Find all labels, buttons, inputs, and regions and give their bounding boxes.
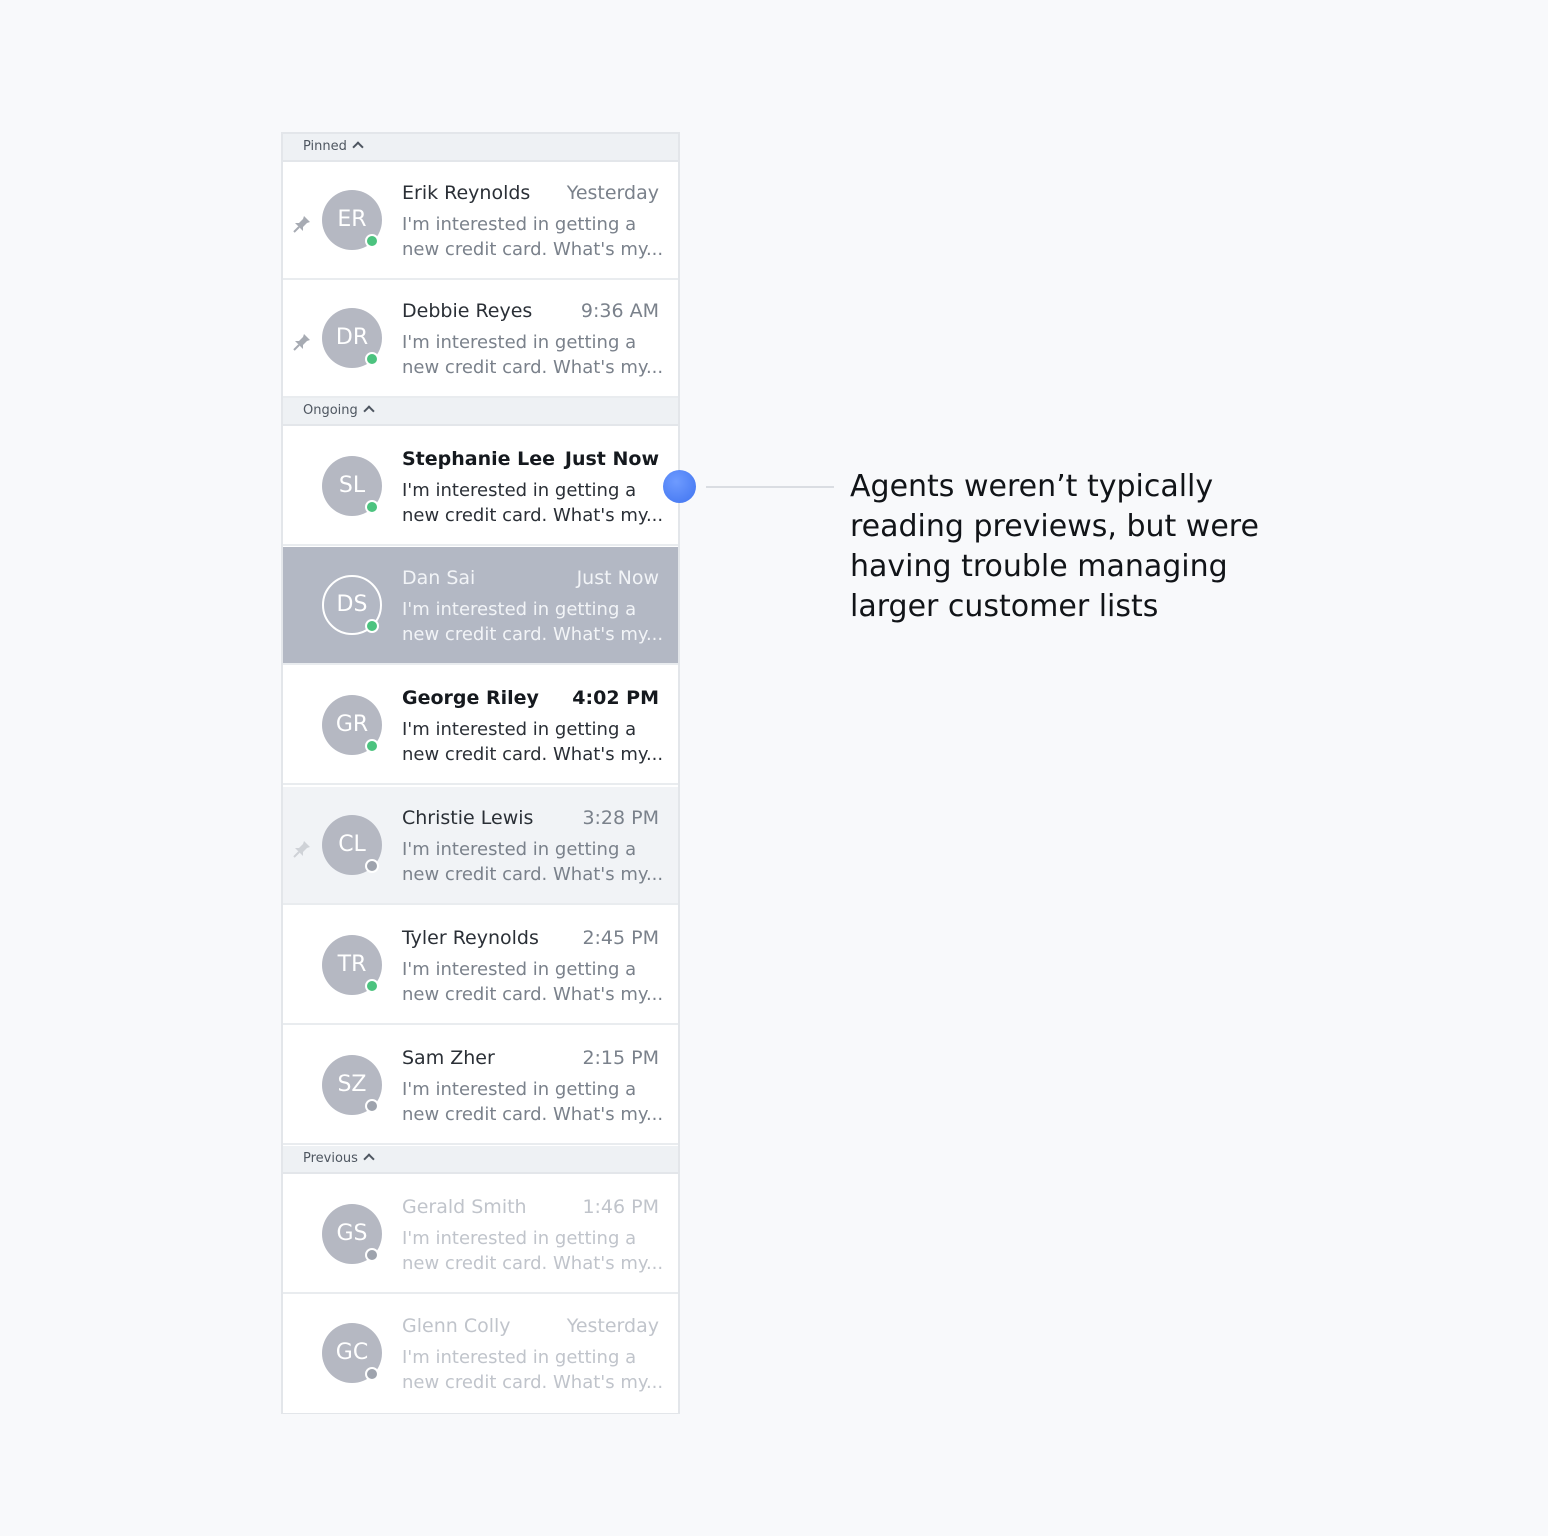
message-time: Just Now (564, 448, 659, 470)
status-online-dot (365, 500, 379, 514)
status-online-dot (365, 234, 379, 248)
message-time: Just Now (576, 567, 659, 589)
section-label-pinned: Pinned (303, 139, 364, 154)
section-header-pinned[interactable]: Pinned (283, 134, 678, 162)
message-preview: I'm interested in getting a new credit ca… (402, 719, 664, 765)
conversation-row[interactable]: GR George Riley 4:02 PM I'm interested i… (283, 667, 678, 785)
message-preview: I'm interested in getting a new credit ca… (402, 480, 664, 526)
section-label-ongoing: Ongoing (303, 403, 375, 418)
message-preview: I'm interested in getting a new credit ca… (402, 839, 664, 885)
contact-name: Sam Zher (402, 1047, 495, 1069)
section-header-previous[interactable]: Previous (283, 1146, 678, 1174)
annotation-connector-line (706, 486, 834, 488)
contact-name: Tyler Reynolds (402, 927, 539, 949)
section-label-previous: Previous (303, 1151, 375, 1166)
pin-icon[interactable] (293, 215, 311, 233)
message-time: 4:02 PM (572, 687, 659, 709)
conversation-row[interactable]: DR Debbie Reyes 9:36 AM I'm interested i… (283, 280, 678, 398)
contact-name: Glenn Colly (402, 1315, 511, 1337)
message-preview: I'm interested in getting a new credit ca… (402, 214, 664, 260)
conversation-row[interactable]: TR Tyler Reynolds 2:45 PM I'm interested… (283, 907, 678, 1025)
contact-name: Christie Lewis (402, 807, 534, 829)
message-time: 2:15 PM (582, 1047, 659, 1069)
message-preview: I'm interested in getting a new credit ca… (402, 959, 664, 1005)
conversation-row-selected[interactable]: DS Dan Sai Just Now I'm interested in ge… (283, 547, 678, 665)
message-preview: I'm interested in getting a new credit ca… (402, 1228, 664, 1274)
conversation-row[interactable]: ER Erik Reynolds Yesterday I'm intereste… (283, 162, 678, 280)
message-time: 3:28 PM (582, 807, 659, 829)
message-time: 2:45 PM (582, 927, 659, 949)
conversation-row[interactable]: SL Stephanie Lee Just Now I'm interested… (283, 428, 678, 546)
status-online-dot (365, 619, 379, 633)
contact-name: Debbie Reyes (402, 300, 533, 322)
conversation-row[interactable]: GC Glenn Colly Yesterday I'm interested … (283, 1295, 678, 1413)
message-time: 9:36 AM (580, 300, 659, 322)
conversation-list-panel: Pinned ER Erik Reynolds Yesterday I'm in… (281, 132, 680, 1414)
contact-name: Gerald Smith (402, 1196, 527, 1218)
pin-icon[interactable] (293, 840, 311, 858)
message-time: 1:46 PM (582, 1196, 659, 1218)
status-online-dot (365, 352, 379, 366)
conversation-row[interactable]: GS Gerald Smith 1:46 PM I'm interested i… (283, 1176, 678, 1294)
status-offline-dot (365, 1099, 379, 1113)
contact-name: Stephanie Lee (402, 448, 556, 470)
status-offline-dot (365, 859, 379, 873)
message-time: Yesterday (566, 1315, 659, 1337)
pin-icon[interactable] (293, 333, 311, 351)
message-preview: I'm interested in getting a new credit ca… (402, 1347, 664, 1393)
status-online-dot (365, 739, 379, 753)
chevron-up-icon (363, 1153, 375, 1165)
annotation-marker-dot (663, 470, 696, 503)
status-online-dot (365, 979, 379, 993)
contact-name: Dan Sai (402, 567, 476, 589)
contact-name: Erik Reynolds (402, 182, 531, 204)
status-offline-dot (365, 1248, 379, 1262)
status-offline-dot (365, 1367, 379, 1381)
contact-name: George Riley (402, 687, 539, 709)
chevron-up-icon (352, 141, 364, 153)
annotation-text: Agents weren’t typically reading preview… (850, 469, 1259, 624)
chevron-up-icon (363, 405, 375, 417)
message-preview: I'm interested in getting a new credit ca… (402, 332, 664, 378)
section-header-ongoing[interactable]: Ongoing (283, 398, 678, 426)
message-preview: I'm interested in getting a new credit ca… (402, 599, 664, 645)
message-time: Yesterday (566, 182, 659, 204)
message-preview: I'm interested in getting a new credit ca… (402, 1079, 664, 1125)
conversation-row[interactable]: CL Christie Lewis 3:28 PM I'm interested… (283, 787, 678, 905)
conversation-row[interactable]: SZ Sam Zher 2:15 PM I'm interested in ge… (283, 1027, 678, 1145)
